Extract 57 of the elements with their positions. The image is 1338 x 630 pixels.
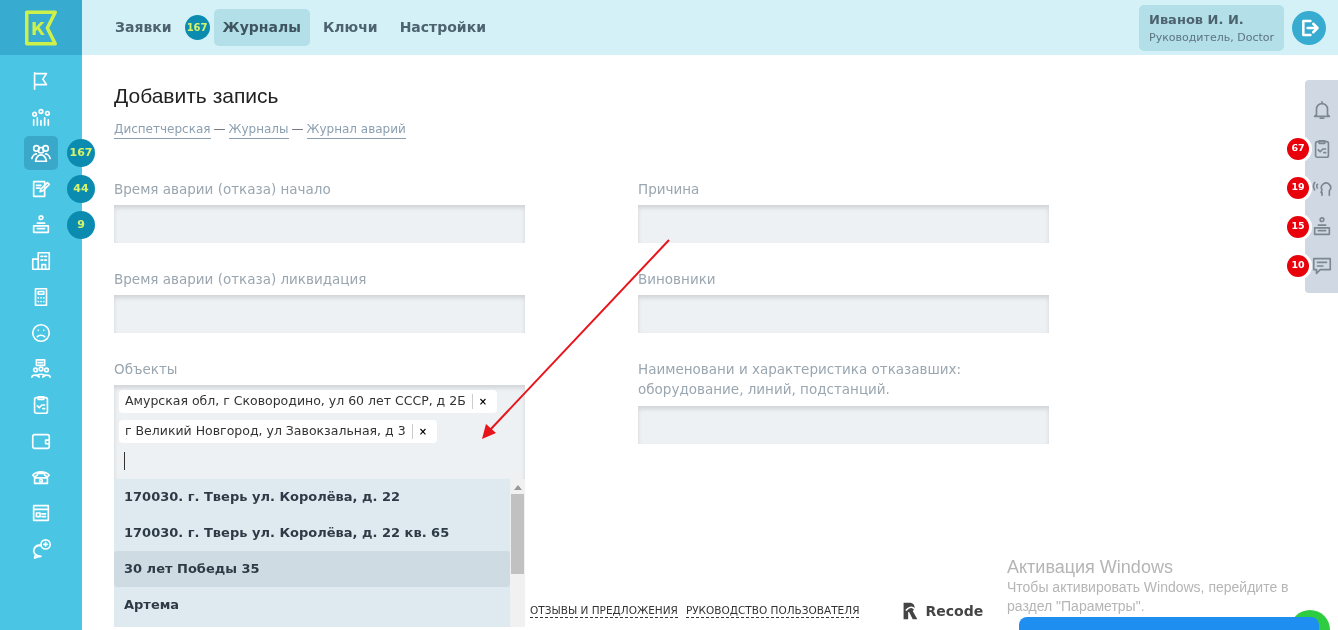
- footer-link[interactable]: ОТЗЫВЫ И ПРЕДЛОЖЕНИЯ: [530, 604, 678, 618]
- chart-icon: [30, 106, 52, 128]
- dropdown-option[interactable]: 30 лет Победы 35: [114, 550, 510, 587]
- user-card[interactable]: Иванов И. И. Руководитель, Doctor: [1139, 5, 1284, 51]
- nav-tab[interactable]: Ключи: [313, 9, 387, 46]
- brand-name: Recode: [925, 601, 984, 621]
- input-field[interactable]: [114, 204, 525, 243]
- nav-tab[interactable]: Заявки: [106, 9, 181, 46]
- scrollbar[interactable]: [510, 478, 525, 627]
- browser-icon: [30, 502, 52, 524]
- field-label: Объекты: [114, 360, 179, 379]
- logout-icon: [1292, 10, 1326, 45]
- reception-icon: [30, 214, 52, 236]
- remove-button[interactable]: ×: [411, 423, 431, 439]
- count-badge: 15: [1287, 215, 1309, 238]
- count-badge: 167: [184, 15, 210, 40]
- input-field[interactable]: [638, 204, 1049, 243]
- input-field[interactable]: [638, 405, 1049, 444]
- page-title: Добавить запись: [114, 83, 279, 109]
- tag-label: Амурская обл, г Сковородино, ул 60 лет СССР, д 2Б: [125, 392, 466, 411]
- input-field[interactable]: [114, 295, 525, 333]
- tag-input[interactable]: Амурская обл, г Сковородино, ул 60 лет СССР, д 2Б × г Великий Новгород, ул Завокзальная, д 3 ×: [114, 385, 525, 479]
- count-badge: 67: [1287, 137, 1309, 160]
- breadcrumb-separator: —: [291, 121, 304, 138]
- meeting-icon: [30, 358, 52, 380]
- field-label: Время аварии (отказа) ликвидация: [114, 269, 368, 289]
- user-role: Руководитель, Doctor: [1149, 29, 1274, 46]
- edit-icon: [30, 178, 52, 200]
- activation-title: Активация Windows: [1007, 556, 1174, 578]
- remove-button[interactable]: ×: [471, 394, 492, 410]
- count-badge: 44: [67, 175, 95, 203]
- footer-link[interactable]: РУКОВОДСТВО ПОЛЬЗОВАТЕЛЯ: [685, 604, 860, 618]
- nav-tab[interactable]: Настройки: [390, 9, 495, 46]
- field-label: Время аварии (отказа) начало: [114, 179, 332, 199]
- field-label: Виновники: [638, 269, 717, 289]
- chat-add-icon: [30, 538, 52, 560]
- tag-label: г Великий Новгород, ул Завокзальная, д 3: [125, 422, 406, 440]
- dropdown-option[interactable]: Артема: [114, 586, 510, 623]
- count-badge: 10: [1287, 254, 1309, 277]
- building-icon: [30, 250, 52, 272]
- sad-face-icon: [30, 322, 52, 344]
- activation-text: Чтобы активировать Windows, перейдите в раздел "Параметры".: [1007, 578, 1290, 616]
- input-field[interactable]: [638, 295, 1049, 333]
- dropdown-option[interactable]: 170030. г. Тверь ул. Королёва, д. 22 кв. 65: [114, 514, 510, 551]
- count-badge: 167: [67, 139, 95, 167]
- sidebar-item[interactable]: [24, 136, 58, 170]
- text-cursor: [124, 451, 125, 470]
- nav-tab[interactable]: Журналы: [213, 9, 310, 46]
- logo-icon: [22, 7, 60, 48]
- count-badge: 9: [67, 211, 95, 239]
- field-label: Причина: [638, 179, 701, 199]
- breadcrumb-separator: —: [213, 121, 226, 138]
- user-name: Иванов И. И.: [1149, 11, 1245, 29]
- count-badge: 19: [1287, 176, 1309, 199]
- dropdown-option[interactable]: 170030. г. Тверь ул. Королёва, д. 22: [114, 478, 510, 515]
- field-label: Наименовани и характеристика отказавших: оборудование, линий, подстанций.: [638, 360, 963, 400]
- people-icon: [30, 142, 52, 164]
